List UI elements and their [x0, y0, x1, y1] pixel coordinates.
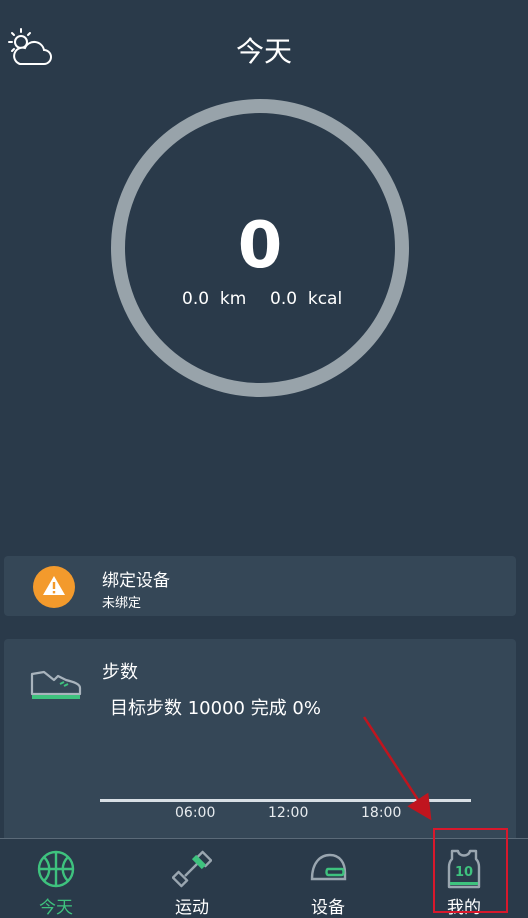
steps-title: 步数	[102, 662, 138, 683]
chart-tick-label: 12:00	[268, 805, 309, 821]
nav-label: 运动	[175, 898, 209, 918]
warning-icon	[33, 566, 75, 608]
distance-value: 0.0 km	[182, 289, 247, 309]
chart-axis	[100, 799, 471, 802]
steps-count: 0	[237, 209, 283, 283]
helmet-icon	[310, 853, 347, 881]
nav-label: 设备	[311, 898, 345, 918]
bind-device-title: 绑定设备	[102, 571, 170, 591]
chart-tick-label: 06:00	[175, 805, 216, 821]
steps-goal-text: 目标步数 10000 完成 0%	[110, 698, 321, 719]
nav-item-device[interactable]: 设备	[262, 839, 394, 918]
basketball-icon	[37, 850, 75, 888]
nav-item-today[interactable]: 今天	[0, 839, 122, 918]
bind-device-card[interactable]	[4, 556, 516, 616]
nav-item-sport[interactable]: 运动	[126, 839, 258, 918]
calories-value: 0.0 kcal	[270, 289, 343, 309]
chart-tick-label: 18:00	[361, 805, 402, 821]
highlight-box	[433, 828, 508, 913]
dumbbell-icon	[172, 850, 212, 888]
nav-label: 今天	[39, 898, 73, 918]
shoe-icon	[30, 670, 82, 699]
page-title: 今天	[235, 35, 292, 68]
bind-device-status: 未绑定	[102, 596, 142, 611]
